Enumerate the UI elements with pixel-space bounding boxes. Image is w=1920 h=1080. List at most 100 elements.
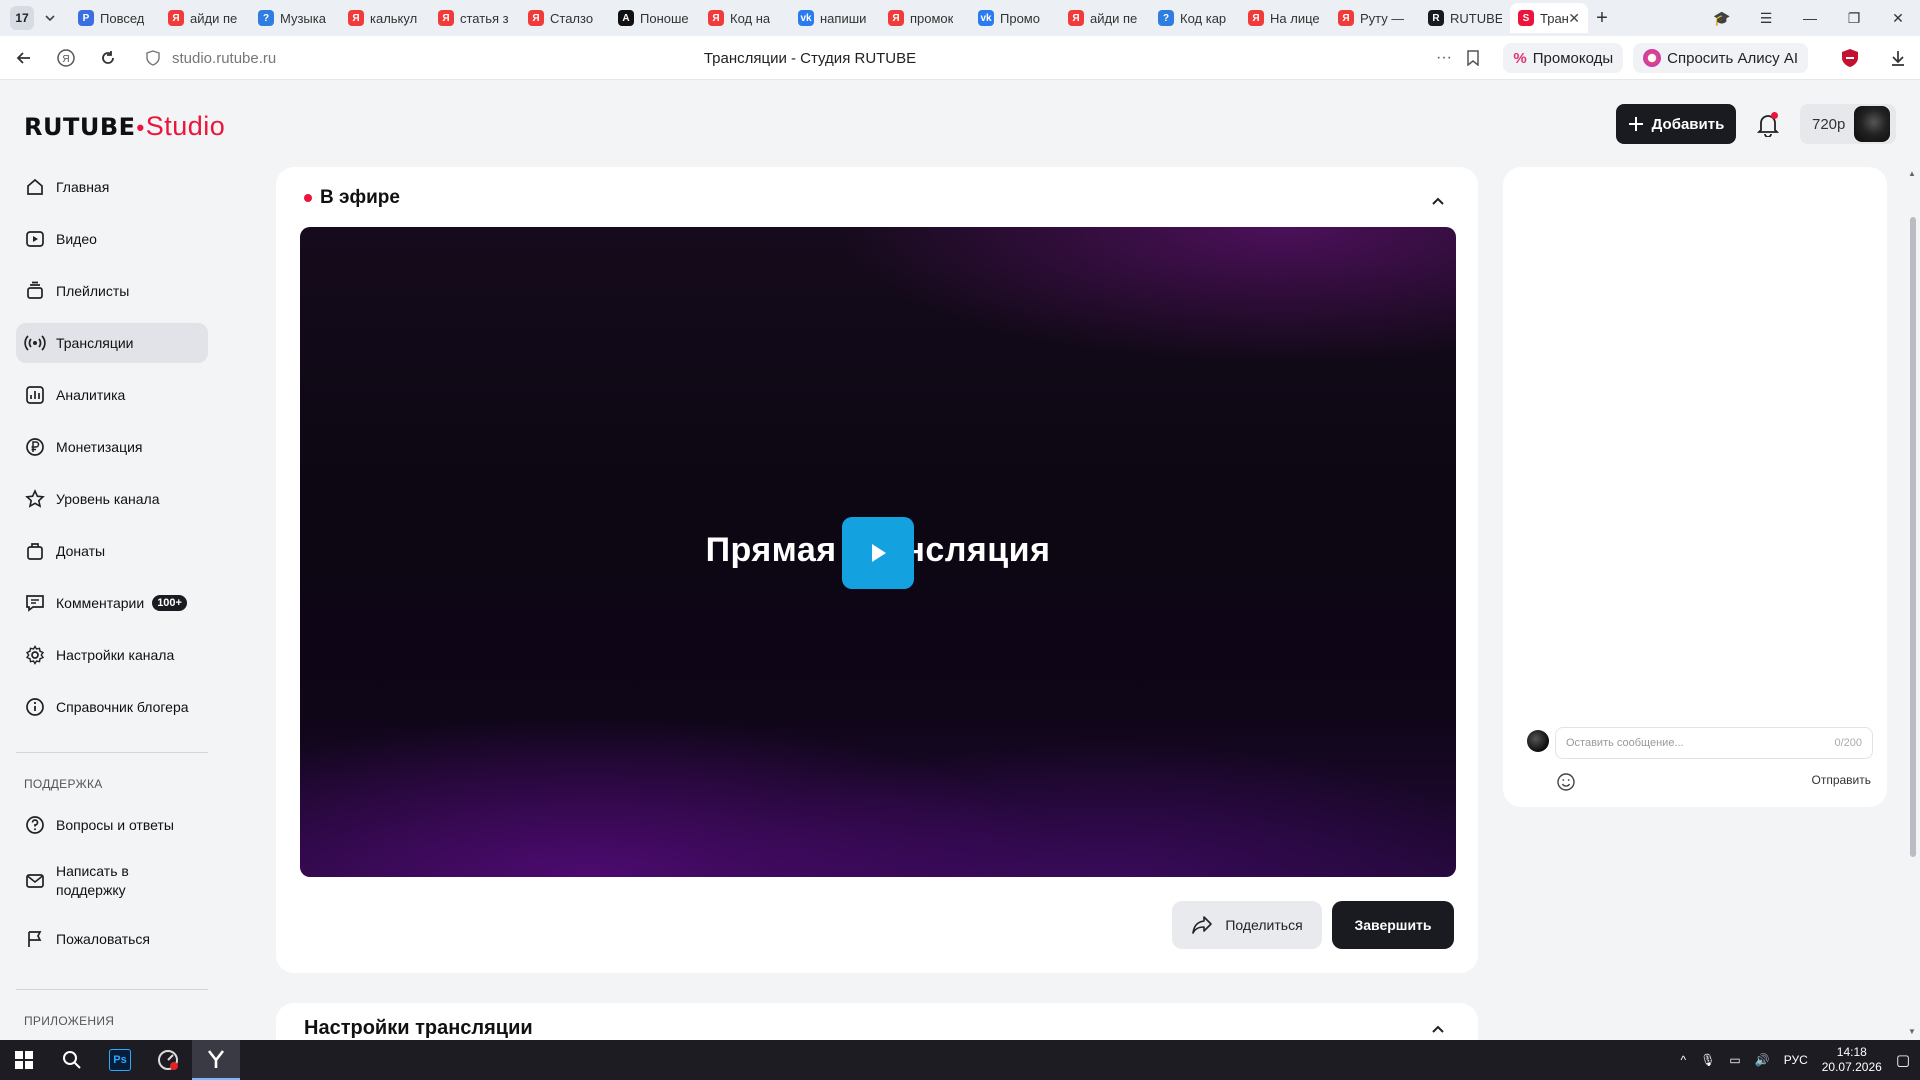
scroll-thumb[interactable]: [1910, 217, 1916, 857]
close-tab-icon[interactable]: ✕: [1568, 10, 1580, 27]
tab-list-button[interactable]: [38, 6, 62, 30]
browser-tab[interactable]: Ястатья з: [430, 3, 520, 33]
minimize-button[interactable]: —: [1788, 10, 1832, 26]
sidebar: Главная Видео Плейлисты Трансляции Анали…: [0, 167, 224, 1040]
sidebar-item-donations[interactable]: Донаты: [16, 531, 208, 571]
sidebar-item-video[interactable]: Видео: [16, 219, 208, 259]
profile-menu[interactable]: 720p: [1800, 104, 1896, 144]
sidebar-item-blogger-guide[interactable]: Справочник блогера: [16, 687, 208, 727]
scroll-up-arrow[interactable]: ▲: [1908, 169, 1916, 178]
shield-icon[interactable]: [146, 50, 160, 66]
sidebar-item-label: Настройки канала: [56, 647, 175, 663]
sidebar-item-faq[interactable]: Вопросы и ответы: [16, 805, 208, 845]
tab-favicon-icon: R: [1428, 10, 1444, 26]
browser-tab-active[interactable]: S Тран ✕: [1510, 3, 1588, 33]
browser-tab[interactable]: Япромок: [880, 3, 970, 33]
extensions-icon[interactable]: 🎓: [1700, 10, 1744, 27]
page-scrollbar[interactable]: ▲ ▼: [1906, 167, 1920, 1040]
sidebar-item-comments[interactable]: Комментарии 100+: [16, 583, 208, 623]
sidebar-item-monetization[interactable]: Монетизация: [16, 427, 208, 467]
add-button[interactable]: Добавить: [1616, 104, 1736, 144]
bookmark-icon[interactable]: [1466, 50, 1480, 66]
browser-tab[interactable]: Я На лице: [1240, 3, 1330, 33]
volume-icon[interactable]: 🔊: [1755, 1053, 1770, 1067]
share-label: Поделиться: [1225, 917, 1303, 933]
sidebar-item-report[interactable]: Пожаловаться: [16, 919, 208, 959]
search-button[interactable]: [48, 1040, 96, 1080]
sidebar-item-home[interactable]: Главная: [16, 167, 208, 207]
browser-tab[interactable]: A Поноше: [610, 3, 700, 33]
share-button[interactable]: Поделиться: [1172, 901, 1322, 949]
browser-tab[interactable]: R RUTUBE: [1420, 3, 1510, 33]
play-button[interactable]: [842, 517, 914, 589]
chat-message-input[interactable]: Оставить сообщение... 0/200: [1555, 727, 1873, 759]
avatar[interactable]: [1854, 106, 1890, 142]
sidebar-item-playlists[interactable]: Плейлисты: [16, 271, 208, 311]
close-window-button[interactable]: ✕: [1876, 10, 1920, 27]
sidebar-item-label: Видео: [56, 231, 97, 247]
browser-tab[interactable]: ? Код кар: [1150, 3, 1240, 33]
browser-tab[interactable]: Яайди пе: [160, 3, 250, 33]
clock[interactable]: 14:18 20.07.2026: [1822, 1045, 1882, 1075]
network-icon[interactable]: ▭: [1729, 1053, 1740, 1067]
tab-favicon-icon: vk: [798, 10, 814, 26]
tab-favicon-icon: Я: [888, 10, 904, 26]
notifications-center-icon[interactable]: ▢: [1896, 1051, 1910, 1069]
send-button[interactable]: Отправить: [1811, 773, 1871, 787]
scroll-down-arrow[interactable]: ▼: [1908, 1027, 1916, 1036]
chat-char-counter: 0/200: [1834, 737, 1862, 749]
collapse-settings-button[interactable]: [1426, 1017, 1450, 1041]
sidebar-divider: [16, 752, 208, 753]
rutube-studio-logo[interactable]: RUTUBE • Studio: [24, 111, 225, 142]
menu-icon[interactable]: ☰: [1744, 10, 1788, 27]
reload-button[interactable]: [90, 42, 126, 74]
tab-label: Промо: [1000, 10, 1040, 26]
new-tab-button[interactable]: +: [1588, 4, 1616, 32]
promo-label: Промокоды: [1532, 49, 1614, 67]
tray-expand-icon[interactable]: ^: [1681, 1053, 1687, 1067]
language-indicator[interactable]: РУС: [1784, 1053, 1808, 1067]
yandex-browser-app[interactable]: [192, 1040, 240, 1080]
browser-tab[interactable]: P Повсед: [70, 3, 160, 33]
sidebar-item-channel-settings[interactable]: Настройки канала: [16, 635, 208, 675]
tab-counter-button[interactable]: 17: [10, 6, 34, 30]
url-field[interactable]: studio.rutube.ru Трансляции - Студия RUT…: [140, 42, 1480, 74]
protect-icon[interactable]: [1840, 48, 1860, 68]
sidebar-item-analytics[interactable]: Аналитика: [16, 375, 208, 415]
tab-favicon-icon: Я: [708, 10, 724, 26]
tab-favicon-icon: Я: [1248, 10, 1264, 26]
emoji-button[interactable]: [1555, 771, 1577, 793]
apps-heading: ПРИЛОЖЕНИЯ: [24, 1014, 115, 1028]
photoshop-app[interactable]: Ps: [96, 1040, 144, 1080]
browser-tab[interactable]: vk напиши: [790, 3, 880, 33]
browser-tab[interactable]: Я Руту —: [1330, 3, 1420, 33]
alice-button[interactable]: Спросить Алису AI: [1633, 43, 1808, 73]
promo-button[interactable]: % Промокоды: [1503, 43, 1624, 73]
download-icon[interactable]: [1888, 48, 1908, 68]
finish-stream-button[interactable]: Завершить: [1332, 901, 1454, 949]
browser-tab[interactable]: Я Сталзо: [520, 3, 610, 33]
restore-button[interactable]: ❐: [1832, 10, 1876, 27]
tab-label: айди пе: [190, 10, 238, 26]
microphone-icon[interactable]: 🎙: [1700, 1053, 1715, 1067]
sidebar-item-channel-level[interactable]: Уровень канала: [16, 479, 208, 519]
back-button[interactable]: [6, 42, 42, 74]
browser-tab[interactable]: Якалькул: [340, 3, 430, 33]
speedometer-app[interactable]: [144, 1040, 192, 1080]
video-player[interactable]: Прямая трансляция: [300, 227, 1456, 877]
sidebar-item-broadcasts[interactable]: Трансляции: [16, 323, 208, 363]
windows-icon: [15, 1051, 33, 1069]
sidebar-item-contact-support[interactable]: Написать в поддержку: [16, 857, 208, 905]
page-title: Трансляции - Студия RUTUBE: [703, 49, 917, 67]
browser-tab[interactable]: vk Промо: [970, 3, 1060, 33]
browser-tab[interactable]: ? Музыка: [250, 3, 340, 33]
collapse-live-button[interactable]: [1426, 189, 1450, 213]
tab-label: Тран: [1540, 10, 1569, 26]
alice-icon: [1643, 49, 1662, 67]
start-button[interactable]: [0, 1040, 48, 1080]
yandex-button[interactable]: Я: [48, 42, 84, 74]
more-icon[interactable]: ···: [1436, 49, 1452, 67]
browser-tab[interactable]: Я Код на: [700, 3, 790, 33]
notifications-button[interactable]: [1752, 109, 1784, 141]
browser-tab[interactable]: Яайди пе: [1060, 3, 1150, 33]
